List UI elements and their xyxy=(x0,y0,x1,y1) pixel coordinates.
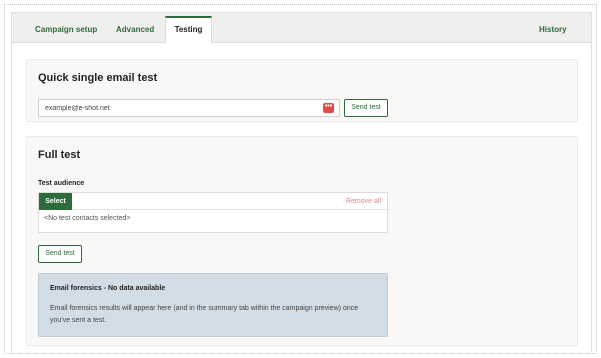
tab-history[interactable]: History xyxy=(539,18,567,43)
tab-campaign-setup[interactable]: Campaign setup xyxy=(35,18,97,43)
tab-bar: Campaign setup Advanced Testing History xyxy=(12,13,591,44)
audience-header: Select Remove all xyxy=(39,193,387,210)
remove-all-link[interactable]: Remove all xyxy=(346,193,381,210)
full-test-title: Full test xyxy=(38,149,81,161)
full-test-card: Full test Test audience Select Remove al… xyxy=(26,136,578,346)
tab-testing[interactable]: Testing xyxy=(165,16,212,44)
quick-test-card: Quick single email test ••• Send test xyxy=(26,59,578,122)
tab-advanced[interactable]: Advanced xyxy=(116,18,154,43)
full-send-test-button[interactable]: Send test xyxy=(38,245,82,263)
email-input[interactable] xyxy=(38,99,340,117)
empty-audience-text: <No test contacts selected> xyxy=(44,215,131,222)
campaign-panel: Campaign setup Advanced Testing History … xyxy=(11,12,592,353)
forensics-title: Email forensics - No data available xyxy=(50,285,166,292)
forensics-body: Email forensics results will appear here… xyxy=(50,305,359,324)
email-forensics-panel: Email forensics - No data available Emai… xyxy=(38,273,388,337)
quick-send-test-button[interactable]: Send test xyxy=(344,99,388,117)
more-dots-icon[interactable]: ••• xyxy=(323,103,334,113)
quick-test-title: Quick single email test xyxy=(38,72,158,84)
testing-content: Quick single email test ••• Send test Fu… xyxy=(12,43,591,353)
test-audience-label: Test audience xyxy=(38,180,85,187)
select-button[interactable]: Select xyxy=(39,193,72,210)
test-audience-box: Select Remove all <No test contacts sele… xyxy=(38,192,388,233)
